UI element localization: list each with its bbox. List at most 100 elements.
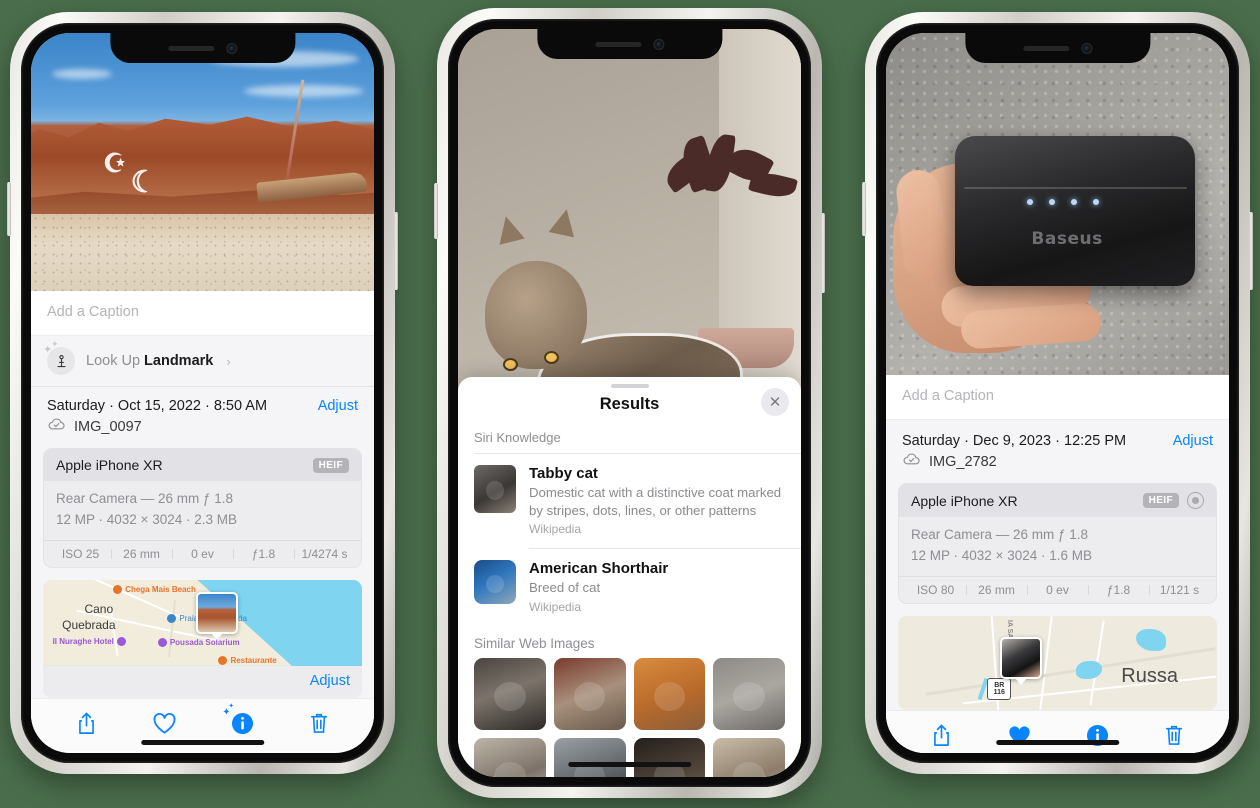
caption-input[interactable]: Add a Caption [31, 291, 374, 336]
map-adjust-row: Adjust [43, 665, 362, 698]
poi-pin-restaurant [218, 655, 228, 665]
highway-shield: BR 116 [987, 677, 1012, 700]
look-up-landmark-row[interactable]: ✦ ✦ Look Up Landmark › [31, 336, 374, 387]
map-water-body [1135, 629, 1166, 651]
adjust-date-button-right[interactable]: Adjust [1173, 433, 1213, 449]
power-button[interactable] [394, 212, 398, 290]
filename-row-right: IMG_2782 [886, 452, 1229, 483]
size-line: 12 MP · 4032 × 3024 · 2.3 MB [56, 511, 237, 527]
earpiece-speaker-right [1023, 45, 1069, 51]
front-camera-icon-center [653, 38, 664, 50]
photo-viewer[interactable]: ☪ ☾ [31, 33, 374, 291]
info-body: ✦ ✦ Look Up Landmark › Saturday · Oct 15… [31, 336, 374, 698]
web-image-cell[interactable] [553, 657, 626, 730]
adjust-location-button[interactable]: Adjust [310, 673, 350, 689]
icloud-check-icon-right [902, 452, 921, 471]
photo-filename: IMG_0097 [74, 418, 142, 435]
phone-left-screen: ☪ ☾ Add a Caption ✦ ✦ Look Up Landmark ›… [31, 33, 374, 753]
notch-right [964, 33, 1151, 63]
web-image-cell[interactable] [713, 737, 785, 777]
map-place-name-2: Quebrada [62, 618, 115, 632]
earpiece-speaker-center [595, 41, 641, 47]
map-canvas[interactable]: Chega Mais Beach Cano Quebrada Il Nuragh… [43, 579, 362, 666]
case-lid-seam [964, 186, 1188, 189]
led-indicator [1092, 198, 1099, 205]
map-photo-pin-right[interactable] [1000, 636, 1043, 679]
landmark-icon-wrap: ✦ ✦ [43, 340, 75, 375]
knowledge-text: Tabby cat Domestic cat with a distinctiv… [529, 465, 785, 536]
close-icon[interactable]: ✕ [761, 387, 789, 416]
share-icon-right[interactable] [931, 723, 952, 753]
adjust-date-button[interactable]: Adjust [318, 398, 358, 414]
size-line-right: 12 MP · 4032 × 3024 · 1.6 MB [911, 547, 1092, 563]
brand-label: Baseus [1031, 228, 1103, 249]
map-photo-thumb-right [1002, 638, 1041, 677]
city-label: Russa [1121, 664, 1178, 687]
plant [661, 132, 799, 234]
web-image-cell[interactable] [474, 737, 546, 777]
info-icon[interactable] [1086, 724, 1109, 752]
exif-shutter-right: 1/121 s [1149, 583, 1210, 597]
map-poi-restaurant: Restaurante [218, 655, 277, 665]
phone-right-screen: Baseus Add a Caption Saturday · Dec 9, 2… [886, 33, 1229, 753]
volume-buttons-center[interactable] [434, 183, 438, 239]
camera-meta-card-right: Apple iPhone XR HEIF Rear Camera — 26 mm… [898, 483, 1217, 604]
front-camera-icon-right [1081, 42, 1092, 54]
trash-icon[interactable] [309, 711, 329, 740]
knowledge-result-row[interactable]: Tabby cat Domestic cat with a distinctiv… [458, 454, 801, 548]
home-indicator [140, 740, 265, 745]
phone-left: ☪ ☾ Add a Caption ✦ ✦ Look Up Landmark ›… [7, 12, 398, 774]
photo-info-sheet: Add a Caption ✦ ✦ Look Up Landmark › Sat… [31, 291, 374, 751]
caption-input-right[interactable]: Add a Caption [886, 375, 1229, 420]
share-icon[interactable] [76, 711, 97, 741]
map-poi: Chega Mais Beach [113, 585, 196, 594]
web-image-cell[interactable] [553, 737, 626, 777]
info-body-right: Saturday · Dec 9, 2023 · 12:25 PM Adjust… [886, 420, 1229, 710]
poi-label-hotel: Il Nuraghe Hotel [52, 637, 114, 647]
charge-leds [1026, 198, 1099, 205]
camera-meta-header-right: Apple iPhone XR HEIF [899, 484, 1216, 517]
knowledge-result-row-2[interactable]: American Shorthair Breed of cat Wikipedi… [458, 549, 801, 626]
trash-icon-right[interactable] [1164, 723, 1184, 752]
date-row-right: Saturday · Dec 9, 2023 · 12:25 PM Adjust [886, 420, 1229, 452]
tabby-cat-thumb [474, 464, 516, 513]
favorite-filled-icon[interactable] [1007, 724, 1032, 752]
map-water-body-2 [1076, 660, 1103, 679]
map-city-label: Russa [1121, 665, 1178, 688]
poi-label: Chega Mais Beach [125, 585, 196, 594]
power-button-center[interactable] [821, 213, 825, 293]
format-badge: HEIF [312, 457, 349, 473]
map-canvas-right[interactable]: Russa IA SANTC BR 116 [898, 615, 1217, 710]
camera-meta-header: Apple iPhone XR HEIF [44, 449, 361, 481]
info-sparkle-icon[interactable]: ✦ ✦ [222, 703, 254, 740]
photo-filename-right: IMG_2782 [929, 453, 997, 470]
exif-aperture-right: ƒ1.8 [1088, 583, 1149, 597]
web-image-cell[interactable] [633, 737, 706, 777]
result-description: Domestic cat with a distinctive coat mar… [529, 484, 782, 518]
photo-viewer-right[interactable]: Baseus [886, 33, 1229, 375]
map-photo-pin[interactable] [196, 591, 239, 634]
cat-ear-right [548, 206, 580, 237]
siri-knowledge-label: Siri Knowledge [474, 429, 561, 445]
exif-ev-right: 0 ev [1027, 583, 1088, 597]
web-image-cell[interactable] [633, 657, 706, 730]
cat-eye-right [543, 350, 559, 364]
result-source: Wikipedia [529, 522, 582, 537]
favorite-icon[interactable] [152, 712, 177, 740]
led-indicator [1070, 198, 1077, 205]
front-camera-icon [226, 42, 237, 54]
led-indicator [1048, 198, 1055, 205]
power-button-right[interactable] [1249, 212, 1253, 290]
map-card[interactable]: Chega Mais Beach Cano Quebrada Il Nuragh… [43, 579, 362, 698]
photo-date: Saturday · Oct 15, 2022 · 8:50 AM [47, 398, 268, 414]
screenshot-stage: ☪ ☾ Add a Caption ✦ ✦ Look Up Landmark ›… [0, 0, 1260, 808]
look-up-label: Look Up Landmark [86, 353, 213, 369]
shield-line2: 116 [993, 688, 1005, 696]
web-image-cell[interactable] [713, 657, 785, 730]
results-header: Results ✕ [458, 387, 801, 426]
map-card-right[interactable]: Russa IA SANTC BR 116 [898, 615, 1217, 710]
volume-buttons-right[interactable] [862, 182, 866, 236]
volume-buttons[interactable] [7, 182, 11, 236]
web-image-cell[interactable] [474, 657, 546, 730]
cat-head [485, 260, 588, 369]
